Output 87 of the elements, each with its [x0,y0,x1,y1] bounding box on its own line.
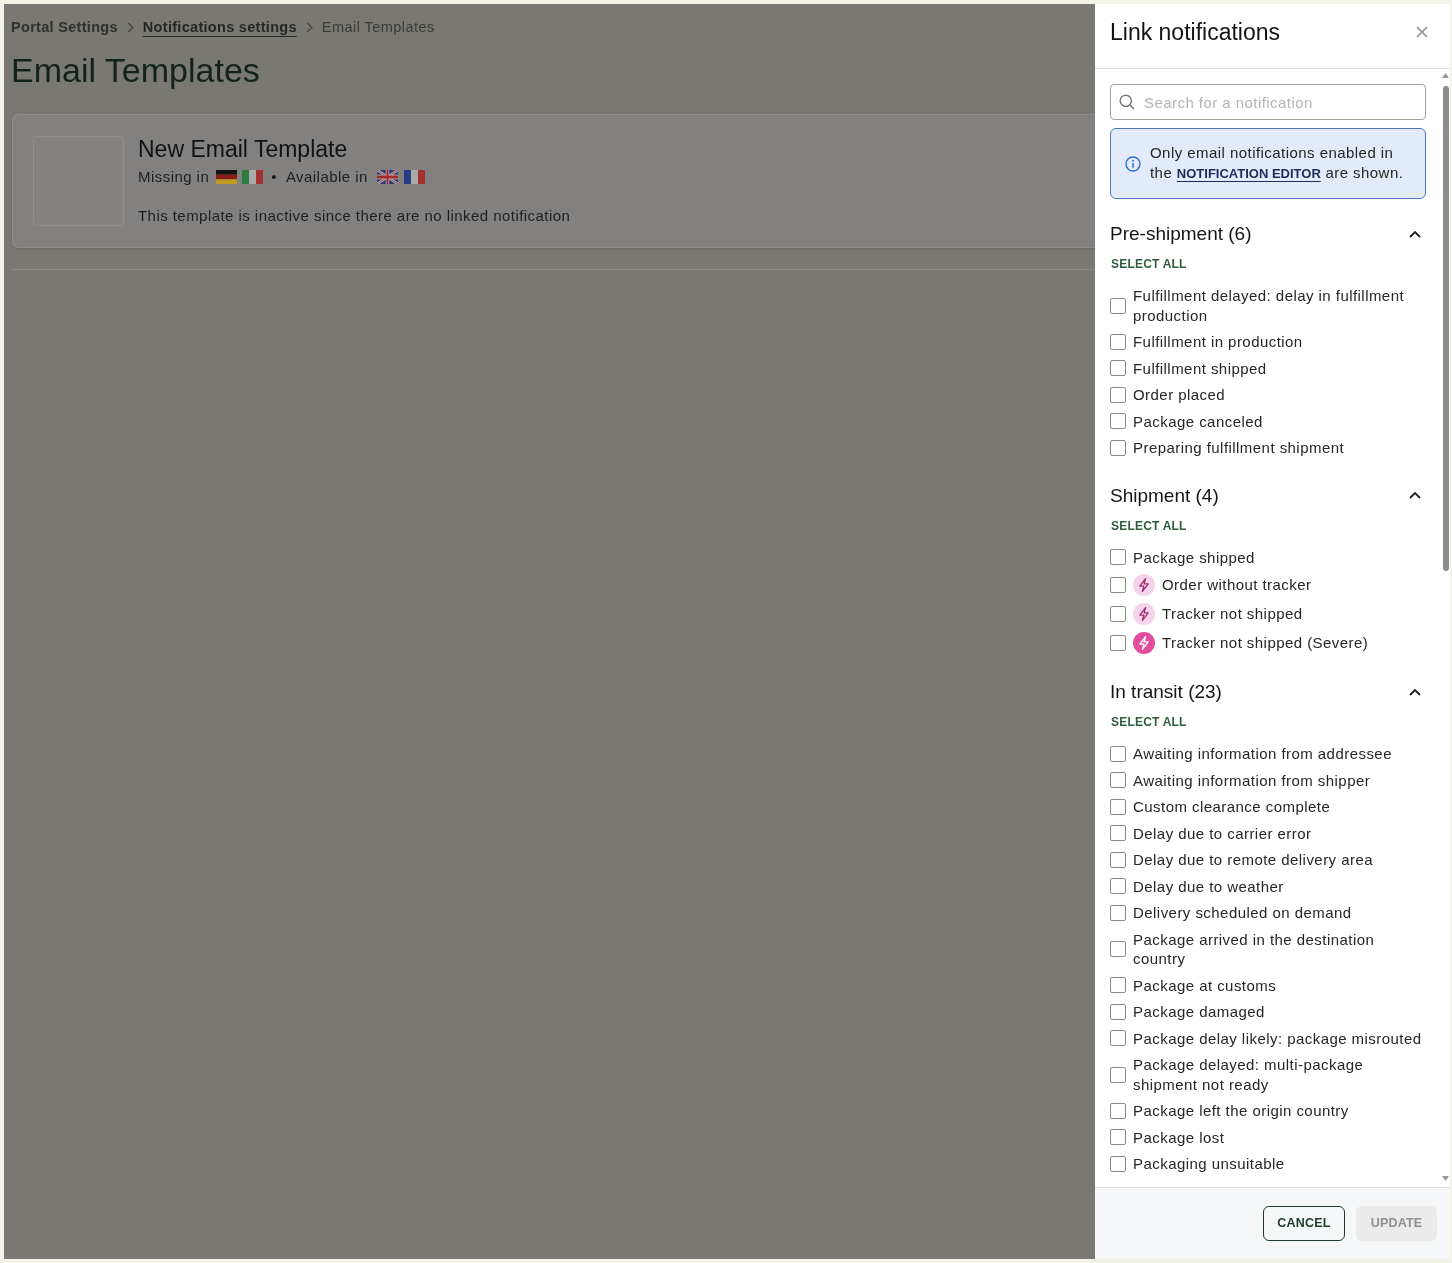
option-label: Order without tracker [1162,575,1312,595]
checkbox[interactable] [1110,1102,1126,1119]
missing-label: Missing in [138,166,210,187]
section-heading: In transit (23) [1110,680,1222,704]
option-label: Package lost [1133,1127,1225,1147]
checkbox[interactable] [1110,1066,1126,1083]
option-label: Delay due to remote delivery area [1133,850,1373,870]
checkbox[interactable] [1110,635,1126,651]
panel-title: Link notifications [1110,19,1281,45]
available-label: Available in [285,166,368,187]
section-heading: Pre-shipment (6) [1110,222,1252,246]
checkbox[interactable] [1110,606,1126,622]
checkbox[interactable] [1110,577,1126,593]
option-label: Order placed [1133,385,1226,405]
checkbox[interactable] [1110,1129,1126,1146]
option-label: Fulfillment shipped [1133,358,1267,378]
template-title: New Email Template [138,136,349,162]
lightning-icon [1133,632,1155,654]
option-label: Tracker not shipped (Severe) [1162,633,1369,653]
checkbox[interactable] [1110,798,1126,815]
option-label: Package arrived in the destination country [1133,929,1376,969]
scroll-down-arrow-icon[interactable] [1442,1176,1449,1181]
option-label: Package left the origin country [1133,1101,1349,1121]
checkbox[interactable] [1110,1155,1126,1172]
lightning-icon [1133,603,1155,625]
option-label: Delay due to carrier error [1133,823,1312,843]
info-text: Only email notifications enabled in the NOTIFICATION EDITOR are shown. [1150,143,1405,183]
template-card[interactable]: New Email Template Missing in • Available in This template is inactive since there are no linked notification [12,114,1095,248]
italian-flag-icon [242,170,264,184]
option-label: Packaging unsuitable [1133,1154,1285,1174]
checkbox[interactable] [1110,413,1126,430]
bullet-separator: • [271,166,277,187]
scroll-up-arrow-icon[interactable] [1442,73,1449,78]
british-flag-icon [376,170,398,184]
checkbox[interactable] [1110,297,1126,314]
checkbox[interactable] [1110,1003,1126,1020]
checkbox[interactable] [1110,745,1126,762]
template-status-text: This template is inactive since there are no linked notification [138,206,571,226]
option-label: Package delayed: multi-package shipment not ready [1133,1055,1365,1094]
search-field[interactable]: Search for a notification [1110,84,1426,120]
checkbox[interactable] [1110,977,1126,994]
checkbox[interactable] [1110,904,1126,921]
checkbox[interactable] [1110,386,1126,403]
select-all-button[interactable]: SELECT ALL [1110,714,1188,730]
checkbox[interactable] [1110,772,1126,789]
option-label: Awaiting information from addressee [1133,744,1392,764]
option-label: Fulfillment in production [1133,332,1303,352]
lightning-icon [1133,574,1155,596]
breadcrumb-current: Email Templates [321,18,435,37]
option-label: Tracker not shipped [1162,604,1303,624]
select-all-button[interactable]: SELECT ALL [1110,256,1188,272]
checkbox[interactable] [1110,333,1126,350]
chevron-up-icon[interactable] [1409,230,1421,238]
close-icon[interactable] [1416,26,1428,38]
section-heading: Shipment (4) [1110,483,1219,508]
select-all-button[interactable]: SELECT ALL [1110,517,1188,534]
chevron-right-icon [126,21,134,33]
cancel-button[interactable]: CANCEL [1263,1206,1345,1241]
checkbox[interactable] [1110,1030,1126,1047]
chevron-up-icon[interactable] [1409,492,1421,499]
chevron-up-icon[interactable] [1409,688,1421,696]
checkbox[interactable] [1110,941,1126,957]
checkbox[interactable] [1110,360,1126,377]
option-label: Preparing fulfillment shipment [1133,438,1345,458]
option-label: Fulfillment delayed: delay in fulfillment production [1133,286,1406,325]
scrollbar-thumb[interactable] [1442,86,1449,571]
search-icon [1119,94,1135,110]
page-title: Email Templates [11,50,261,90]
option-label: Delivery scheduled on demand [1133,903,1352,923]
option-label: Awaiting information from shipper [1133,770,1371,790]
checkbox[interactable] [1110,851,1126,868]
checkbox[interactable] [1110,878,1126,895]
option-label: Package canceled [1133,411,1263,431]
german-flag-icon [216,170,238,184]
notification-editor-link[interactable]: NOTIFICATION EDITOR [1176,166,1321,181]
option-label: Package at customs [1133,975,1277,995]
option-label: Package delay likely: package misrouted [1133,1028,1422,1048]
checkbox[interactable] [1110,825,1126,842]
option-label: Package shipped [1133,547,1255,567]
option-label: Delay due to weather [1133,876,1284,896]
checkbox[interactable] [1110,439,1126,456]
option-label: Custom clearance complete [1133,797,1331,817]
info-icon [1125,155,1141,172]
french-flag-icon [403,170,425,184]
option-label: Package damaged [1133,1002,1265,1022]
chevron-right-icon [305,21,313,33]
checkbox[interactable] [1110,549,1126,566]
